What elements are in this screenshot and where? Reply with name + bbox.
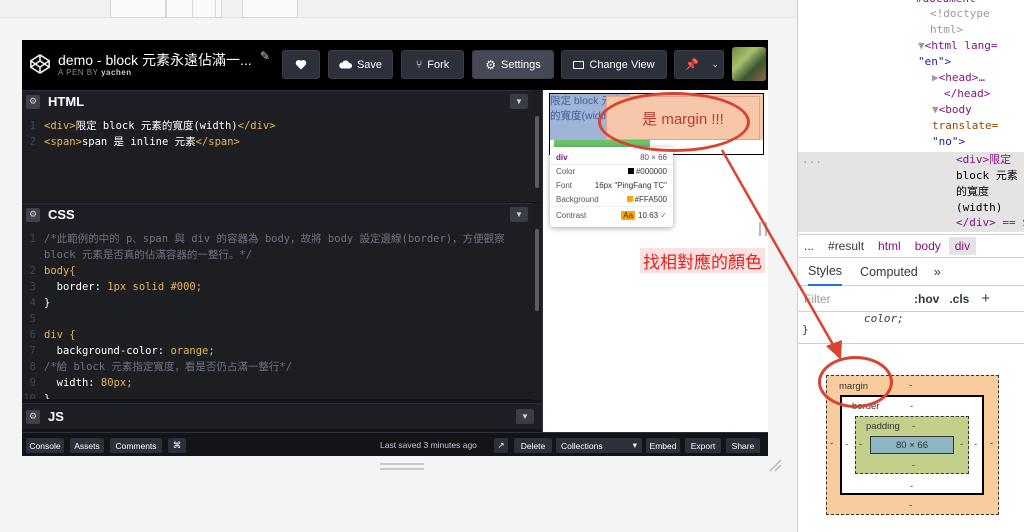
screenshot-root: demo - block 元素永遠佔滿一... ✎ A PEN BY yache…	[0, 0, 1024, 532]
arrow-line	[720, 149, 838, 351]
annotation-arrow	[720, 149, 842, 360]
arrow-head	[826, 340, 842, 360]
